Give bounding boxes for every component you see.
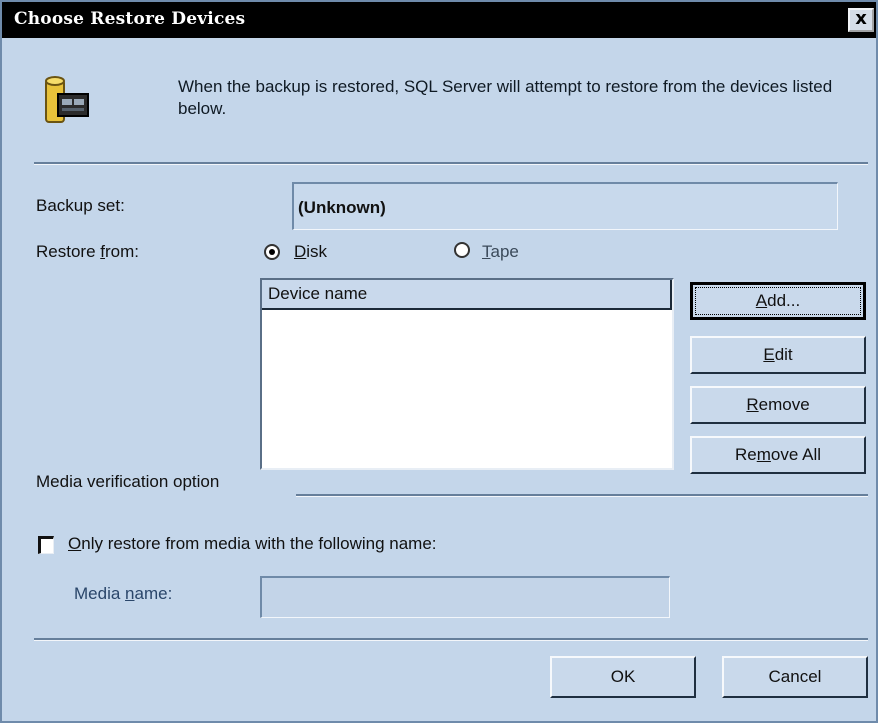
choose-restore-devices-dialog: Choose Restore Devices x When the backup… xyxy=(0,0,878,723)
only-restore-checkbox[interactable] xyxy=(38,536,54,554)
cancel-button[interactable]: Cancel xyxy=(722,656,868,698)
disk-radio-label[interactable]: Disk xyxy=(294,242,327,262)
title-bar: Choose Restore Devices x xyxy=(2,2,876,38)
only-restore-checkbox-label[interactable]: Only restore from media with the followi… xyxy=(68,534,437,554)
backup-set-field: (Unknown) xyxy=(292,182,838,230)
device-name-column-header[interactable]: Device name xyxy=(262,280,672,310)
backup-set-label: Backup set: xyxy=(36,196,125,215)
media-name-label: Media name: xyxy=(74,584,173,603)
remove-all-button[interactable]: Remove All xyxy=(690,436,866,474)
media-verification-label: Media verification option xyxy=(36,472,220,491)
edit-button[interactable]: Edit xyxy=(690,336,866,374)
media-name-field[interactable] xyxy=(260,576,670,618)
disk-radio[interactable] xyxy=(264,244,280,260)
ok-button[interactable]: OK xyxy=(550,656,696,698)
separator-media-verification xyxy=(296,494,868,497)
separator-bottom xyxy=(34,638,868,641)
tape-radio[interactable] xyxy=(454,242,470,258)
dialog-title: Choose Restore Devices xyxy=(14,9,246,29)
tape-radio-label[interactable]: Tape xyxy=(482,242,519,262)
backup-device-icon xyxy=(45,76,89,123)
remove-button[interactable]: Remove xyxy=(690,386,866,424)
close-icon: x xyxy=(855,8,867,29)
restore-from-label: Restore from: xyxy=(36,242,139,261)
device-list[interactable]: Device name xyxy=(260,278,674,470)
add-button[interactable]: Add... xyxy=(690,282,866,320)
close-button[interactable]: x xyxy=(848,8,874,32)
backup-set-value: (Unknown) xyxy=(298,198,386,217)
intro-text: When the backup is restored, SQL Server … xyxy=(178,77,833,118)
separator-top xyxy=(34,162,868,165)
